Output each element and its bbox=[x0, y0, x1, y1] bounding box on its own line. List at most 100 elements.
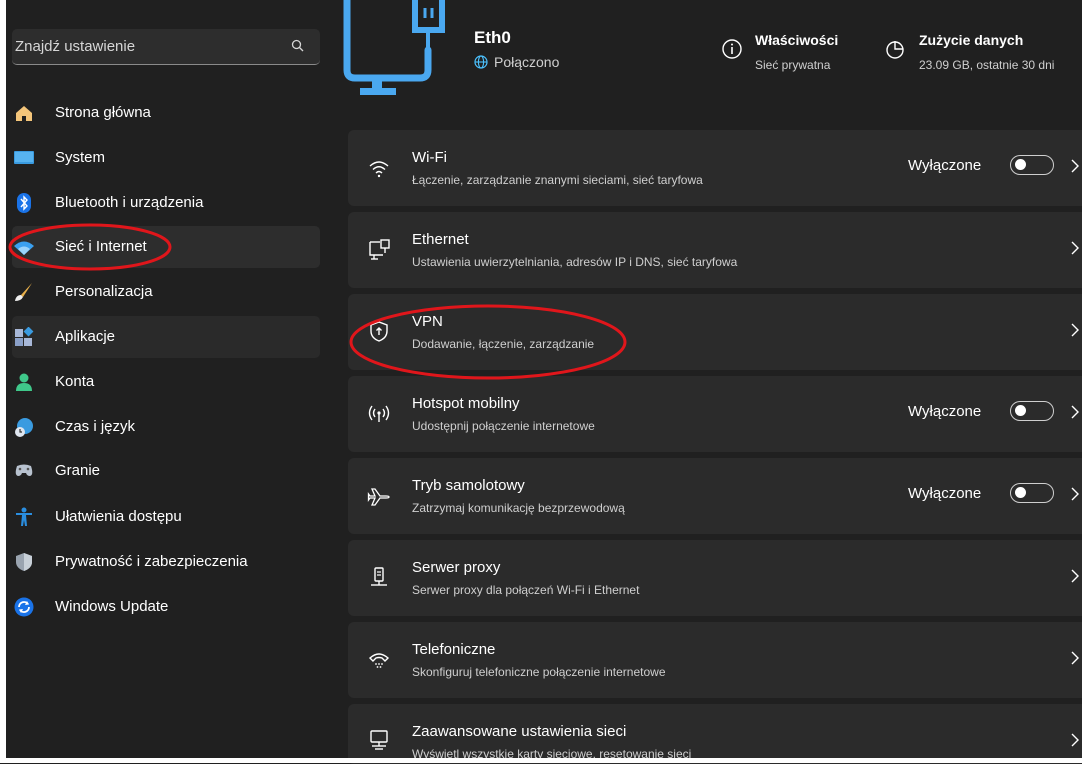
sidebar-item-label: Aplikacje bbox=[55, 328, 116, 345]
chevron-right-icon[interactable] bbox=[1070, 732, 1080, 748]
card-subtitle: Serwer proxy dla połączeń Wi-Fi i Ethern… bbox=[412, 583, 640, 597]
accessibility-icon bbox=[16, 507, 32, 526]
sidebar-item-label: Strona główna bbox=[55, 104, 151, 121]
network-adapter-icon bbox=[370, 730, 388, 750]
sidebar-item-label: Ułatwienia dostępu bbox=[55, 508, 182, 525]
chevron-right-icon[interactable] bbox=[1070, 322, 1080, 338]
brush-icon bbox=[15, 283, 32, 301]
sidebar-item-accounts[interactable]: Konta bbox=[12, 361, 320, 403]
gamepad-icon bbox=[15, 464, 33, 476]
setting-card-ethernet[interactable]: Ethernet Ustawienia uwierzytelniania, ad… bbox=[348, 212, 1082, 288]
info-icon[interactable] bbox=[721, 38, 743, 60]
card-subtitle: Dodawanie, łączenie, zarządzanie bbox=[412, 337, 595, 351]
airplane-icon bbox=[367, 488, 390, 506]
sidebar-item-accessibility[interactable]: Ułatwienia dostępu bbox=[12, 496, 320, 538]
sidebar-item-gaming[interactable]: Granie bbox=[12, 450, 320, 492]
sidebar-item-time-language[interactable]: Czas i język bbox=[12, 406, 320, 448]
setting-card-hotspot[interactable]: Hotspot mobilny Udostępnij połączenie in… bbox=[348, 376, 1082, 452]
card-subtitle: Ustawienia uwierzytelniania, adresów IP … bbox=[412, 255, 738, 269]
card-subtitle: Zatrzymaj komunikację bezprzewodową bbox=[412, 501, 625, 515]
card-subtitle: Skonfiguruj telefoniczne połączenie inte… bbox=[412, 665, 666, 679]
sidebar-item-label: Windows Update bbox=[55, 598, 169, 615]
apps-icon bbox=[15, 327, 34, 346]
card-title: Tryb samolotowy bbox=[412, 477, 525, 494]
shield-icon bbox=[16, 553, 32, 571]
card-title: Telefoniczne bbox=[412, 641, 496, 658]
connection-name: Eth0 bbox=[474, 28, 511, 47]
search-box[interactable]: Znajdź ustawienie bbox=[12, 29, 320, 65]
monitor-icon bbox=[14, 151, 34, 164]
toggle-state-label: Wyłączone bbox=[908, 403, 982, 420]
sidebar-item-label: Prywatność i zabezpieczenia bbox=[55, 553, 248, 570]
wifi-icon bbox=[369, 161, 389, 178]
ethernet-icon bbox=[369, 239, 390, 260]
sidebar-item-label: Sieć i Internet bbox=[55, 238, 147, 255]
chevron-right-icon[interactable] bbox=[1070, 240, 1080, 256]
card-title: Zaawansowane ustawienia sieci bbox=[412, 723, 627, 740]
connection-status-label: Połączono bbox=[494, 54, 560, 70]
proxy-icon bbox=[371, 567, 387, 586]
chevron-right-icon[interactable] bbox=[1070, 650, 1080, 666]
sidebar: Znajdź ustawienie Strona główna System B… bbox=[6, 0, 324, 763]
toggle-state-label: Wyłączone bbox=[908, 485, 982, 502]
card-title: Serwer proxy bbox=[412, 559, 501, 576]
home-icon bbox=[16, 106, 32, 121]
data-usage-link[interactable]: Zużycie danych bbox=[919, 32, 1023, 48]
sidebar-item-label: Personalizacja bbox=[55, 283, 153, 300]
hotspot-icon bbox=[368, 405, 390, 422]
chevron-right-icon[interactable] bbox=[1070, 158, 1080, 174]
toggle-knob bbox=[1015, 405, 1026, 416]
card-title: VPN bbox=[412, 313, 443, 330]
card-title: Wi-Fi bbox=[412, 149, 447, 166]
setting-card-advanced-network[interactable]: Zaawansowane ustawienia sieci Wyświetl w… bbox=[348, 704, 1082, 764]
connection-status: Połączono bbox=[474, 54, 559, 70]
sidebar-item-label: Czas i język bbox=[55, 418, 136, 435]
properties-subtitle: Sieć prywatna bbox=[755, 58, 831, 72]
sidebar-item-personalization[interactable]: Personalizacja bbox=[12, 271, 320, 313]
setting-card-vpn[interactable]: VPN Dodawanie, łączenie, zarządzanie bbox=[348, 294, 1082, 370]
data-usage-icon[interactable] bbox=[884, 38, 906, 60]
clock-globe-icon bbox=[15, 418, 33, 437]
search-input[interactable]: Znajdź ustawienie bbox=[15, 38, 135, 55]
card-subtitle: Udostępnij połączenie internetowe bbox=[412, 419, 595, 433]
sidebar-item-label: Bluetooth i urządzenia bbox=[55, 194, 204, 211]
bottom-edge-strip bbox=[0, 758, 1082, 763]
sidebar-item-label: Granie bbox=[55, 462, 101, 479]
sidebar-item-apps[interactable]: Aplikacje bbox=[12, 316, 320, 358]
setting-card-airplane-mode[interactable]: Tryb samolotowy Zatrzymaj komunikację be… bbox=[348, 458, 1082, 534]
card-title: Ethernet bbox=[412, 231, 469, 248]
sidebar-item-network[interactable]: Sieć i Internet bbox=[12, 226, 320, 268]
chevron-right-icon[interactable] bbox=[1070, 486, 1080, 502]
hotspot-toggle[interactable] bbox=[1010, 401, 1054, 421]
chevron-right-icon[interactable] bbox=[1070, 568, 1080, 584]
search-icon[interactable] bbox=[290, 38, 306, 54]
ethernet-pc-illustration bbox=[343, 0, 445, 95]
sidebar-item-label: System bbox=[55, 149, 106, 166]
wifi-icon bbox=[14, 241, 34, 255]
globe-icon bbox=[474, 55, 488, 69]
person-icon bbox=[16, 373, 32, 391]
bluetooth-icon bbox=[17, 193, 31, 213]
toggle-knob bbox=[1015, 487, 1026, 498]
airplane-mode-toggle[interactable] bbox=[1010, 483, 1054, 503]
toggle-knob bbox=[1015, 159, 1026, 170]
dialup-icon bbox=[368, 653, 390, 668]
setting-card-dialup[interactable]: Telefoniczne Skonfiguruj telefoniczne po… bbox=[348, 622, 1082, 698]
setting-card-proxy[interactable]: Serwer proxy Serwer proxy dla połączeń W… bbox=[348, 540, 1082, 616]
sidebar-item-privacy[interactable]: Prywatność i zabezpieczenia bbox=[12, 541, 320, 583]
sidebar-item-system[interactable]: System bbox=[12, 137, 320, 179]
wifi-toggle[interactable] bbox=[1010, 155, 1054, 175]
sidebar-item-home[interactable]: Strona główna bbox=[12, 92, 320, 134]
sidebar-item-label: Konta bbox=[55, 373, 95, 390]
sidebar-item-windows-update[interactable]: Windows Update bbox=[12, 586, 320, 628]
chevron-right-icon[interactable] bbox=[1070, 404, 1080, 420]
main-content: Eth0 Połączono Właściwości Sieć prywatna… bbox=[324, 0, 1082, 764]
sidebar-item-bluetooth[interactable]: Bluetooth i urządzenia bbox=[12, 182, 320, 224]
properties-link[interactable]: Właściwości bbox=[755, 32, 838, 48]
card-title: Hotspot mobilny bbox=[412, 395, 520, 412]
vpn-shield-icon bbox=[370, 321, 388, 342]
card-subtitle: Łączenie, zarządzanie znanymi sieciami, … bbox=[412, 173, 703, 187]
toggle-state-label: Wyłączone bbox=[908, 157, 982, 174]
refresh-icon bbox=[14, 597, 34, 617]
setting-card-wifi[interactable]: Wi-Fi Łączenie, zarządzanie znanymi siec… bbox=[348, 130, 1082, 206]
